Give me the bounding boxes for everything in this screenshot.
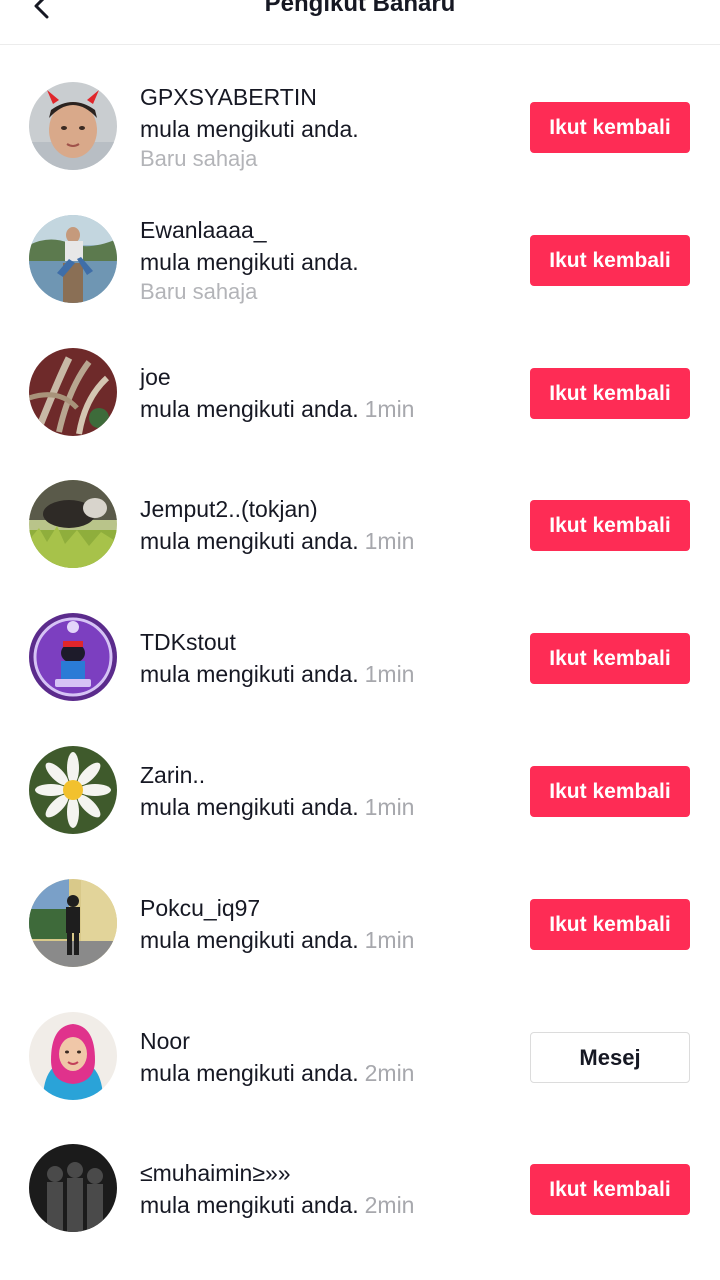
- avatar[interactable]: [29, 82, 117, 170]
- timestamp: 2min: [364, 1192, 415, 1219]
- follower-name[interactable]: ≤muhaimin≥»»: [140, 1159, 291, 1187]
- page-title: Pengikut Baharu: [264, 0, 456, 17]
- avatar-image: [29, 82, 117, 170]
- avatar-image: [29, 347, 117, 436]
- follow-action-text: mula mengikuti anda.: [140, 115, 359, 143]
- avatar-image: [29, 878, 117, 967]
- action-text: mula mengikuti anda.: [140, 395, 359, 422]
- follower-row[interactable]: ≤muhaimin≥»» mula mengikuti anda. 2min Ik…: [0, 1122, 720, 1255]
- follow-back-button[interactable]: Ikut kembali: [530, 765, 690, 817]
- avatar[interactable]: [29, 745, 117, 834]
- action-text: mula mengikuti anda.: [140, 926, 359, 953]
- avatar-image: [29, 1144, 117, 1233]
- follow-action-text: mula mengikuti anda. 1min: [140, 527, 414, 555]
- timestamp: 1min: [364, 395, 415, 422]
- action-text: mula mengikuti anda.: [140, 1192, 359, 1219]
- avatar-image: [29, 1011, 117, 1100]
- follower-name[interactable]: Pokcu_iq97: [140, 894, 260, 922]
- timestamp: Baru sahaja: [140, 278, 258, 304]
- follower-row[interactable]: Pokcu_iq97 mula mengikuti anda. 1min Ikut…: [0, 857, 720, 990]
- follow-back-button[interactable]: Ikut kembali: [530, 500, 690, 552]
- avatar[interactable]: [29, 878, 117, 967]
- action-text: mula mengikuti anda.: [140, 793, 359, 820]
- follower-name[interactable]: Ewanlaaaa_: [140, 216, 267, 244]
- follower-row[interactable]: TDKstout mula mengikuti anda. 1min Ikut k…: [0, 591, 720, 724]
- action-text: mula mengikuti anda.: [140, 661, 359, 688]
- follow-back-button[interactable]: Ikut kembali: [530, 102, 690, 153]
- follower-row[interactable]: GPXSYABERTIN mula mengikuti anda. Baru s…: [0, 60, 720, 193]
- follower-row[interactable]: Noor mula mengikuti anda. 2min Mesej: [0, 990, 720, 1123]
- follow-back-button[interactable]: Ikut kembali: [530, 234, 690, 286]
- message-button[interactable]: Mesej: [530, 1031, 690, 1083]
- follow-back-button[interactable]: Ikut kembali: [530, 633, 690, 685]
- followers-list: GPXSYABERTIN mula mengikuti anda. Baru s…: [0, 60, 720, 1255]
- timestamp: 2min: [364, 1059, 415, 1086]
- timestamp: 1min: [364, 661, 415, 688]
- follower-row[interactable]: joe mula mengikuti anda. 1min Ikut kembal…: [0, 326, 720, 459]
- follow-back-button[interactable]: Ikut kembali: [530, 367, 690, 419]
- action-text: mula mengikuti anda.: [140, 116, 359, 142]
- avatar[interactable]: [29, 613, 117, 702]
- timestamp: 1min: [364, 793, 415, 820]
- top-bar: Pengikut Baharu: [0, 0, 720, 45]
- timestamp: 1min: [364, 926, 415, 953]
- follow-action-text: mula mengikuti anda. 1min: [140, 926, 414, 954]
- avatar[interactable]: [29, 1144, 117, 1233]
- avatar[interactable]: [29, 347, 117, 436]
- follower-row[interactable]: Ewanlaaaa_ mula mengikuti anda. Baru sah…: [0, 193, 720, 326]
- follower-row[interactable]: Jemput2..(tokjan) mula mengikuti anda. 1m…: [0, 458, 720, 591]
- follower-name[interactable]: Jemput2..(tokjan): [140, 495, 318, 523]
- follower-name[interactable]: TDKstout: [140, 628, 236, 656]
- timestamp: Baru sahaja: [140, 146, 258, 171]
- follow-action-text: mula mengikuti anda. 2min: [140, 1059, 414, 1087]
- avatar-image: [29, 480, 117, 569]
- follow-action-text: mula mengikuti anda.: [140, 248, 359, 276]
- follow-back-button[interactable]: Ikut kembali: [530, 1164, 690, 1216]
- avatar-image: [29, 214, 117, 303]
- follower-row[interactable]: Zarin.. mula mengikuti anda. 1min Ikut ke…: [0, 724, 720, 857]
- follow-action-text: mula mengikuti anda. 1min: [140, 395, 414, 423]
- avatar[interactable]: [29, 214, 117, 303]
- follow-action-text: mula mengikuti anda. 2min: [140, 1191, 414, 1219]
- timestamp: 1min: [364, 528, 415, 555]
- action-text: mula mengikuti anda.: [140, 248, 359, 275]
- avatar[interactable]: [29, 480, 117, 569]
- follower-name[interactable]: GPXSYABERTIN: [140, 83, 317, 111]
- follow-back-button[interactable]: Ikut kembali: [530, 898, 690, 950]
- follower-name[interactable]: Zarin..: [140, 761, 205, 789]
- follower-name[interactable]: Noor: [140, 1027, 190, 1055]
- avatar[interactable]: [29, 1011, 117, 1100]
- follower-name[interactable]: joe: [140, 363, 171, 391]
- action-text: mula mengikuti anda.: [140, 1059, 359, 1086]
- avatar-image: [29, 613, 117, 702]
- action-text: mula mengikuti anda.: [140, 528, 359, 555]
- avatar-image: [29, 745, 117, 834]
- follow-action-text: mula mengikuti anda. 1min: [140, 793, 414, 821]
- follow-action-text: mula mengikuti anda. 1min: [140, 660, 414, 688]
